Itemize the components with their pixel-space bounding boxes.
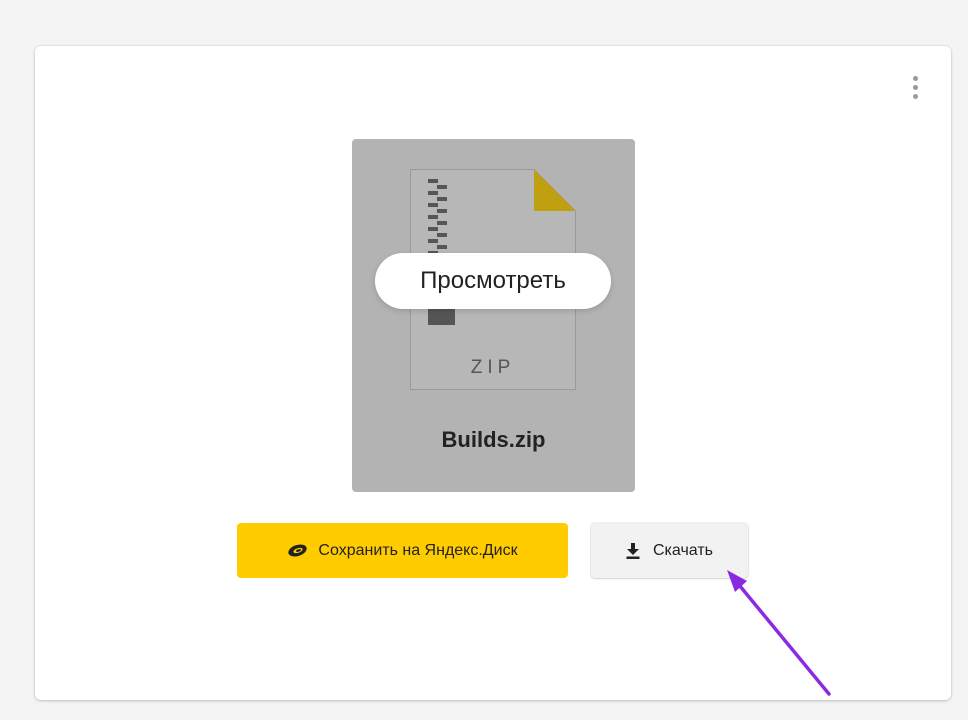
save-button-label: Сохранить на Яндекс.Диск	[318, 541, 518, 559]
view-button[interactable]: Просмотреть	[375, 253, 611, 309]
file-name: Builds.zip	[441, 427, 546, 452]
more-options-button[interactable]	[900, 72, 930, 102]
download-button-label: Скачать	[653, 541, 713, 559]
download-button[interactable]: Скачать	[591, 523, 748, 578]
file-preview[interactable]: ZIP Просмотреть Builds.zip	[352, 139, 635, 492]
file-type-label: ZIP	[471, 357, 516, 378]
download-icon	[626, 542, 640, 559]
save-to-yandex-disk-button[interactable]: Сохранить на Яндекс.Диск	[237, 523, 568, 578]
yandex-disk-icon	[287, 543, 308, 558]
more-vertical-icon	[912, 75, 918, 81]
file-card: ZIP Просмотреть Builds.zip Сохранить на …	[35, 46, 951, 700]
